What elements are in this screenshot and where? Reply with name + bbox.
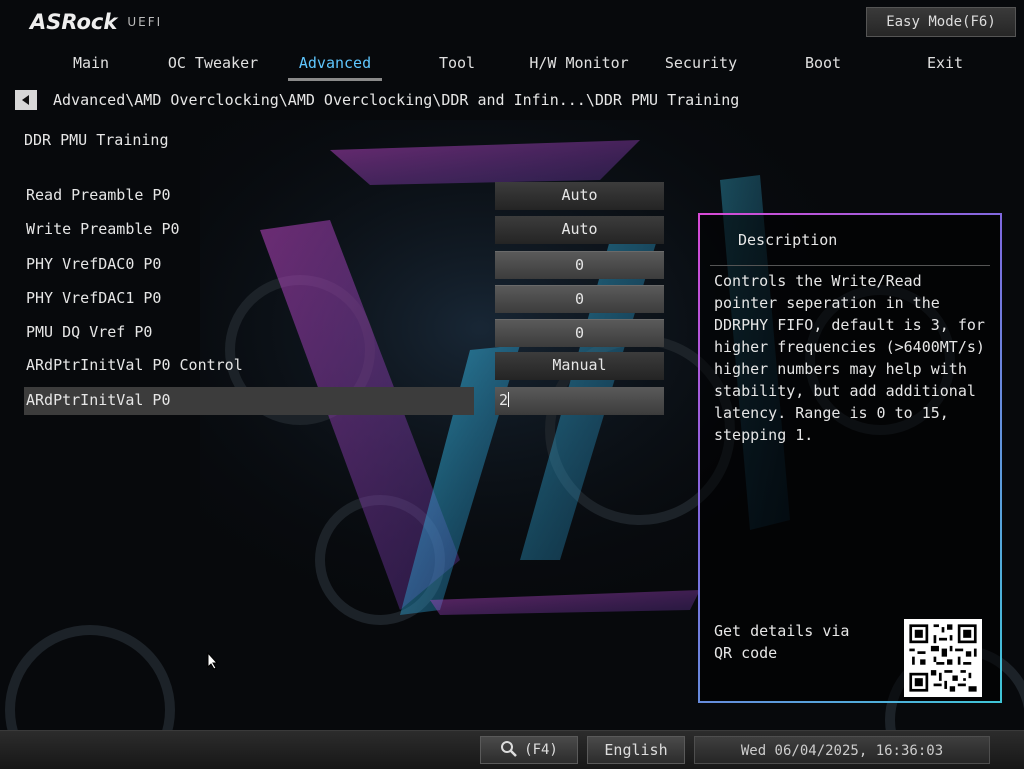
- setting-row-phy-vrefdac1[interactable]: PHY VrefDAC1 P0 0: [24, 285, 664, 313]
- tab-hw-monitor[interactable]: H/W Monitor: [518, 52, 640, 78]
- breadcrumb: Advanced\AMD Overclocking\AMD Overclocki…: [53, 91, 740, 109]
- setting-label: Read Preamble P0: [26, 186, 171, 204]
- page-title: DDR PMU Training: [24, 131, 169, 149]
- description-divider: [710, 265, 990, 266]
- qr-code-icon: [904, 619, 982, 697]
- search-button[interactable]: (F4): [480, 736, 578, 764]
- tab-oc-tweaker[interactable]: OC Tweaker: [152, 52, 274, 78]
- setting-label: ARdPtrInitVal P0 Control: [26, 356, 243, 374]
- setting-value-dropdown[interactable]: Manual: [495, 352, 664, 380]
- tab-advanced[interactable]: Advanced: [274, 52, 396, 81]
- tab-security[interactable]: Security: [640, 52, 762, 78]
- tab-main[interactable]: Main: [30, 52, 152, 78]
- setting-value-dropdown[interactable]: Auto: [495, 216, 664, 244]
- tab-tool[interactable]: Tool: [396, 52, 518, 78]
- main-tabs: Main OC Tweaker Advanced Tool H/W Monito…: [30, 52, 1010, 81]
- setting-value-field[interactable]: 0: [495, 285, 664, 313]
- back-arrow-icon[interactable]: [15, 90, 37, 110]
- description-panel: Description Controls the Write/Read poin…: [698, 213, 1002, 703]
- description-text: Controls the Write/Read pointer seperati…: [714, 272, 985, 444]
- brand-name: ASRock: [30, 10, 118, 34]
- easy-mode-button[interactable]: Easy Mode(F6): [866, 7, 1016, 37]
- setting-row-pmu-dq-vref[interactable]: PMU DQ Vref P0 0: [24, 319, 664, 347]
- tab-exit[interactable]: Exit: [884, 52, 1006, 78]
- setting-label: Write Preamble P0: [26, 220, 180, 238]
- setting-row-ardptrinitval-control[interactable]: ARdPtrInitVal P0 Control Manual: [24, 352, 664, 380]
- search-key-label: (F4): [524, 742, 558, 758]
- text-caret: [508, 392, 510, 407]
- search-icon: [501, 741, 518, 757]
- qr-caption: Get details via QR code: [714, 622, 850, 662]
- setting-label: PMU DQ Vref P0: [26, 323, 153, 341]
- mouse-cursor-icon: [207, 652, 219, 670]
- uefi-label: UEFI: [127, 15, 163, 29]
- setting-row-read-preamble[interactable]: Read Preamble P0 Auto: [24, 182, 664, 210]
- tab-boot[interactable]: Boot: [762, 52, 884, 78]
- setting-label: PHY VrefDAC1 P0: [26, 289, 162, 307]
- setting-value-field[interactable]: 0: [495, 319, 664, 347]
- setting-row-write-preamble[interactable]: Write Preamble P0 Auto: [24, 216, 664, 244]
- datetime-display: Wed 06/04/2025, 16:36:03: [694, 736, 990, 764]
- asrock-logo: ASRock UEFI: [30, 10, 162, 34]
- setting-label: PHY VrefDAC0 P0: [26, 255, 162, 273]
- language-button[interactable]: English: [587, 736, 685, 764]
- setting-value-input[interactable]: 2: [495, 387, 664, 415]
- setting-value-field[interactable]: 0: [495, 251, 664, 279]
- input-text: 2: [499, 391, 509, 409]
- setting-row-phy-vrefdac0[interactable]: PHY VrefDAC0 P0 0: [24, 251, 664, 279]
- setting-value-dropdown[interactable]: Auto: [495, 182, 664, 210]
- setting-row-ardptrinitval[interactable]: ARdPtrInitVal P0 2: [24, 387, 664, 415]
- setting-label: ARdPtrInitVal P0: [24, 387, 474, 415]
- description-title: Description: [738, 231, 838, 249]
